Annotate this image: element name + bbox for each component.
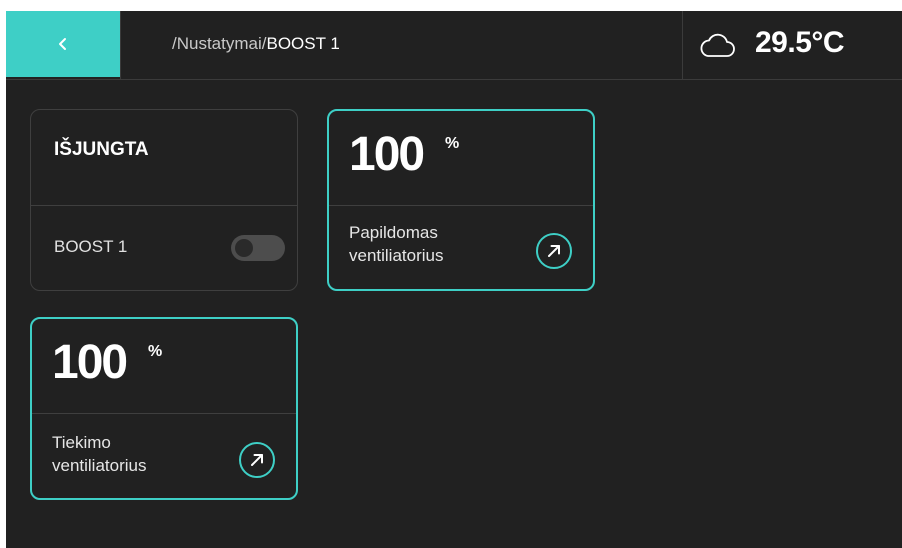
card-divider	[31, 205, 297, 206]
boost-status-text: IŠJUNGTA	[54, 139, 149, 160]
fan-value: 100	[349, 128, 425, 181]
card-divider	[329, 205, 593, 206]
breadcrumb: /Nustatymai/BOOST 1	[172, 34, 340, 54]
app-screen: /Nustatymai/BOOST 1 29.5°C IŠJUNGTA BOOS…	[6, 11, 902, 548]
auxiliary-fan-card[interactable]: 100 % Papildomas ventiliatorius	[327, 109, 595, 291]
fan-label-line1: Papildomas	[349, 223, 438, 242]
chevron-left-icon	[59, 38, 66, 50]
fan-label-line2: ventiliatorius	[52, 456, 147, 475]
card-divider	[32, 413, 296, 414]
fan-label-line1: Tiekimo	[52, 433, 111, 452]
cloud-icon	[700, 33, 735, 57]
top-bar: /Nustatymai/BOOST 1 29.5°C	[6, 11, 902, 80]
boost-status-card: IŠJUNGTA BOOST 1	[30, 109, 298, 291]
back-button[interactable]	[6, 11, 120, 77]
breadcrumb-current: BOOST 1	[266, 34, 340, 53]
header-divider	[120, 11, 121, 79]
fan-unit: %	[445, 135, 460, 152]
weather-widget: 29.5°C	[682, 11, 902, 79]
supply-fan-card[interactable]: 100 % Tiekimo ventiliatorius	[30, 317, 298, 500]
boost-toggle[interactable]	[231, 235, 285, 261]
fan-value: 100	[52, 336, 128, 389]
fan-label-line2: ventiliatorius	[349, 246, 444, 265]
arrow-up-right-icon[interactable]	[535, 232, 573, 270]
toggle-knob	[235, 239, 253, 257]
arrow-up-right-icon[interactable]	[238, 441, 276, 479]
temperature-readout: 29.5°C	[755, 26, 845, 59]
breadcrumb-parent[interactable]: /Nustatymai/	[172, 34, 266, 53]
boost-label: BOOST 1	[54, 237, 128, 256]
fan-unit: %	[148, 343, 163, 360]
